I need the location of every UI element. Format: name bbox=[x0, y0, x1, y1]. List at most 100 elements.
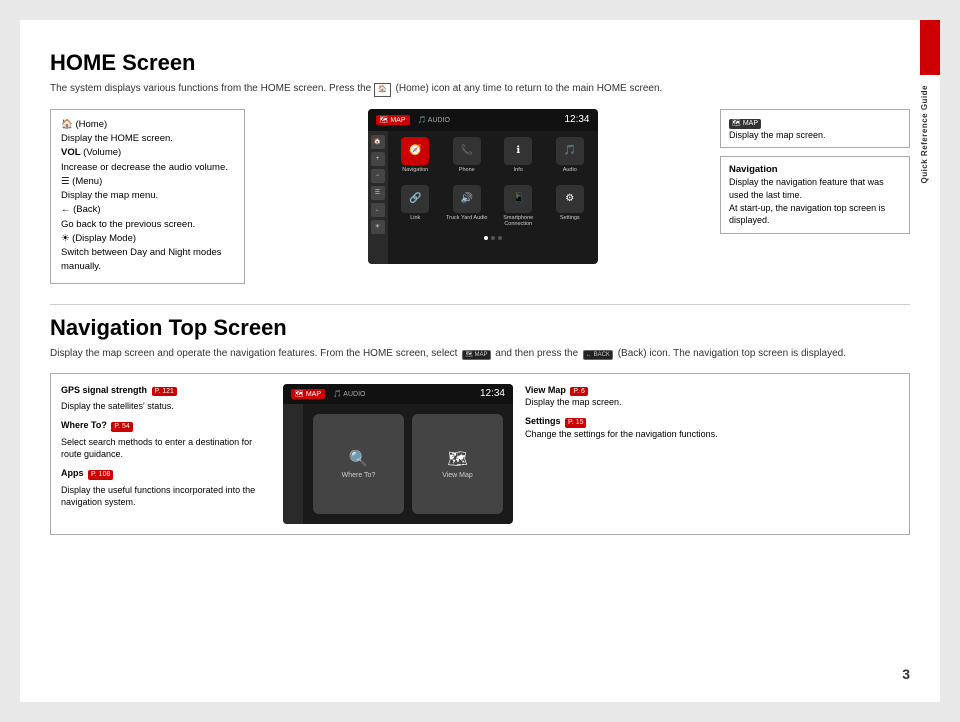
navigation-icon: 🧭 bbox=[401, 137, 429, 165]
settings-ref: P. 15 bbox=[565, 418, 586, 428]
nav-top-title: Navigation Top Screen bbox=[50, 315, 910, 341]
nav-item-audio[interactable]: 🎵 Audio bbox=[546, 137, 594, 173]
truckyard-icon: 🔊 bbox=[453, 185, 481, 213]
vol-label: VOL bbox=[61, 147, 81, 158]
gps-label: GPS signal strength bbox=[61, 385, 147, 395]
vol-suffix: (Volume) bbox=[81, 147, 122, 158]
red-tab-block bbox=[920, 20, 940, 75]
gps-desc: Display the satellites' status. bbox=[61, 400, 271, 413]
nav-top-left-labels: GPS signal strength P. 121 Display the s… bbox=[61, 384, 271, 513]
nav-item-smartphone[interactable]: 📱 Smartphone Connection bbox=[495, 185, 543, 227]
back-icon: ← (Back) bbox=[61, 204, 101, 215]
menu-desc: Display the map menu. bbox=[61, 190, 158, 201]
view-map-label-section: View Map P. 6 Display the map screen. bbox=[525, 384, 899, 409]
screen-main-area: 🧭 Navigation 📞 Phone ℹ Info bbox=[388, 131, 598, 264]
nav-label-truckyard: Truck Yard Audio bbox=[446, 215, 487, 221]
info-icon: ℹ bbox=[504, 137, 532, 165]
home-icon: 🏠 bbox=[374, 83, 391, 97]
nav-item-navigation[interactable]: 🧭 Navigation bbox=[392, 137, 440, 173]
nav-label-settings: Settings bbox=[560, 215, 580, 221]
where-ref: P. 54 bbox=[111, 422, 132, 432]
nav-screen-mockup: 🗺 MAP 🎵 AUDIO 12:34 🔍 Where To? 🗺 View M… bbox=[283, 384, 513, 524]
nav-callout-box: Navigation Display the navigation featur… bbox=[720, 156, 910, 234]
display-mode-desc: Switch between Day and Night modes manua… bbox=[61, 247, 222, 272]
apps-ref: P. 108 bbox=[88, 470, 113, 480]
home-screen-title: HOME Screen bbox=[50, 50, 910, 76]
view-map-ref: P. 6 bbox=[570, 387, 588, 397]
nav-label-smartphone: Smartphone Connection bbox=[495, 215, 543, 227]
vol-plus-btn[interactable]: + bbox=[371, 152, 385, 166]
audio-button: 🎵 AUDIO bbox=[418, 116, 450, 124]
nav-label-audio: Audio bbox=[563, 167, 577, 173]
map-callout-box: 🗺 MAP Display the map screen. bbox=[720, 109, 910, 148]
settings-label-section: Settings P. 15 Change the settings for t… bbox=[525, 415, 899, 440]
side-tab-text: Quick Reference Guide bbox=[920, 85, 931, 184]
nav-screen-top-bar: 🗺 MAP 🎵 AUDIO 12:34 bbox=[283, 384, 513, 404]
where-to-btn-label: Where To? bbox=[342, 472, 376, 479]
nav-top-subtitle: Display the map screen and operate the n… bbox=[50, 347, 910, 361]
where-to-btn-icon: 🔍 bbox=[349, 449, 369, 469]
where-to-section: Where To? P. 54 Select search methods to… bbox=[61, 419, 271, 461]
gps-ref: P. 121 bbox=[152, 387, 177, 397]
home-screen-section: HOME Screen The system displays various … bbox=[50, 50, 910, 284]
map-button: 🗺 MAP bbox=[376, 115, 410, 125]
map-callout-icon: 🗺 MAP bbox=[729, 119, 761, 129]
dot-2 bbox=[491, 236, 495, 240]
home-content-area: 🏠 (Home) Display the HOME screen. VOL (V… bbox=[50, 109, 910, 284]
link-icon: 🔗 bbox=[401, 185, 429, 213]
nav-top-content-area: GPS signal strength P. 121 Display the s… bbox=[50, 373, 910, 535]
nav-top-section: Navigation Top Screen Display the map sc… bbox=[50, 315, 910, 535]
where-label: Where To? bbox=[61, 420, 107, 430]
screen-nav-grid: 🧭 Navigation 📞 Phone ℹ Info bbox=[388, 131, 598, 179]
apps-label: Apps bbox=[61, 468, 84, 478]
nav-item-settings[interactable]: ⚙ Settings bbox=[546, 185, 594, 227]
back-select-icon: ← BACK bbox=[583, 350, 613, 360]
nav-label-info: Info bbox=[514, 167, 523, 173]
side-tab: Quick Reference Guide bbox=[920, 20, 940, 702]
screen-bottom-grid: 🔗 Link 🔊 Truck Yard Audio 📱 Smartphone bbox=[388, 179, 598, 233]
nav-item-link[interactable]: 🔗 Link bbox=[392, 185, 440, 227]
nav-screen-main: 🔍 Where To? 🗺 View Map bbox=[283, 404, 513, 524]
back-desc: Go back to the previous screen. bbox=[61, 219, 195, 230]
where-desc: Select search methods to enter a destina… bbox=[61, 436, 271, 461]
menu-icon: ☰ (Menu) bbox=[61, 176, 102, 187]
home-btn[interactable]: 🏠 bbox=[371, 135, 385, 149]
home-display-text: Display the HOME screen. bbox=[61, 133, 173, 144]
nav-label-phone: Phone bbox=[459, 167, 475, 173]
nav-item-info[interactable]: ℹ Info bbox=[495, 137, 543, 173]
dot-1 bbox=[484, 236, 488, 240]
where-label-row: Where To? P. 54 bbox=[61, 419, 271, 432]
settings-nav-label: Settings bbox=[525, 416, 561, 426]
home-icon-label: 🏠 (Home) bbox=[61, 119, 107, 130]
home-center-area: 🗺 MAP 🎵 AUDIO 12:34 🏠 + − ☰ ← ☀ bbox=[260, 109, 705, 264]
home-right-callouts: 🗺 MAP Display the map screen. Navigation… bbox=[720, 109, 910, 234]
settings-icon: ⚙ bbox=[556, 185, 584, 213]
phone-icon: 📞 bbox=[453, 137, 481, 165]
where-to-screen-btn[interactable]: 🔍 Where To? bbox=[313, 414, 404, 514]
nav-item-truckyard[interactable]: 🔊 Truck Yard Audio bbox=[443, 185, 491, 227]
home-instructions-box: 🏠 (Home) Display the HOME screen. VOL (V… bbox=[50, 109, 245, 284]
page-container: HOME Screen The system displays various … bbox=[20, 20, 940, 702]
gps-section: GPS signal strength P. 121 Display the s… bbox=[61, 384, 271, 413]
dot-3 bbox=[498, 236, 502, 240]
settings-desc: Change the settings for the navigation f… bbox=[525, 429, 718, 439]
audio-icon: 🎵 bbox=[556, 137, 584, 165]
display-mode-btn[interactable]: ☀ bbox=[371, 220, 385, 234]
nav-screen-sidebar bbox=[283, 404, 303, 524]
menu-btn[interactable]: ☰ bbox=[371, 186, 385, 200]
nav-map-btn: 🗺 MAP bbox=[291, 389, 325, 399]
view-map-screen-btn[interactable]: 🗺 View Map bbox=[412, 414, 503, 514]
vol-minus-btn[interactable]: − bbox=[371, 169, 385, 183]
nav-label-link: Link bbox=[410, 215, 420, 221]
back-btn[interactable]: ← bbox=[371, 203, 385, 217]
nav-item-phone[interactable]: 📞 Phone bbox=[443, 137, 491, 173]
screen-left-buttons: 🏠 + − ☰ ← ☀ bbox=[368, 131, 388, 264]
nav-callout-text: Display the navigation feature that was … bbox=[729, 176, 901, 226]
screen-dots bbox=[388, 233, 598, 243]
screen-time: 12:34 bbox=[564, 114, 589, 125]
screen-top-bar: 🗺 MAP 🎵 AUDIO 12:34 bbox=[368, 109, 598, 131]
vol-desc: Increase or decrease the audio volume. bbox=[61, 162, 228, 173]
view-map-label: View Map bbox=[525, 385, 566, 395]
nav-label-navigation: Navigation bbox=[402, 167, 428, 173]
apps-section: Apps P. 108 Display the useful functions… bbox=[61, 467, 271, 509]
